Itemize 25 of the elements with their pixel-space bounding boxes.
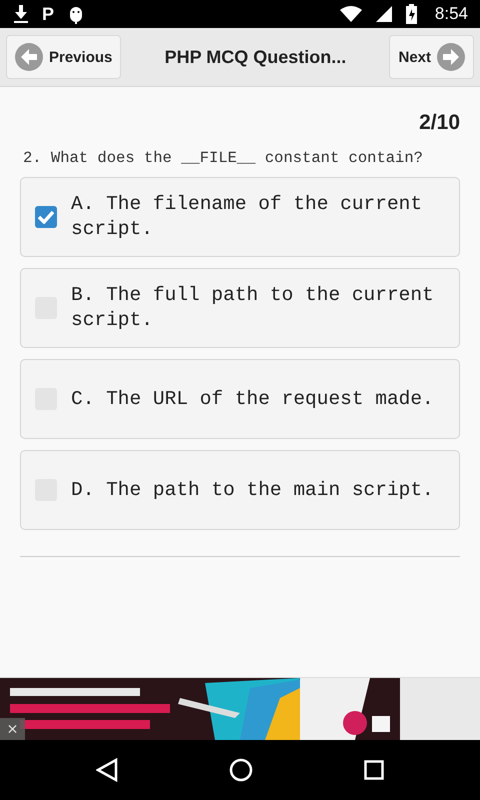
- download-icon: [14, 5, 28, 23]
- notification-letter: P: [42, 4, 54, 24]
- signal-icon: [376, 6, 392, 22]
- answer-option[interactable]: D. The path to the main script.: [20, 450, 460, 530]
- home-icon[interactable]: [228, 758, 253, 782]
- clock-time: 8:54: [434, 4, 468, 24]
- option-text: A. The filename of the current script.: [71, 192, 424, 242]
- next-button[interactable]: Next: [389, 35, 474, 79]
- option-text: D. The path to the main script.: [71, 478, 434, 502]
- close-button[interactable]: ×: [0, 718, 25, 740]
- page-title: PHP MCQ Question...: [164, 46, 348, 68]
- previous-button[interactable]: Previous: [6, 35, 122, 79]
- question-counter: 2/10: [419, 111, 460, 135]
- wifi-icon: [340, 6, 362, 22]
- recents-icon[interactable]: [364, 760, 384, 780]
- android-icon: [68, 4, 84, 24]
- answer-option[interactable]: A. The filename of the current script.: [20, 177, 460, 257]
- answer-option[interactable]: B. The full path to the current script.: [20, 268, 460, 348]
- answer-option[interactable]: C. The URL of the request made.: [20, 359, 460, 439]
- option-text: C. The URL of the request made.: [71, 386, 434, 412]
- option-text: B. The full path to the current script.: [71, 283, 435, 333]
- question-text: 2. What does the __FILE__ constant contain?: [23, 149, 424, 167]
- battery-icon: [406, 4, 417, 24]
- checkbox[interactable]: [35, 206, 57, 228]
- back-icon[interactable]: [96, 758, 118, 782]
